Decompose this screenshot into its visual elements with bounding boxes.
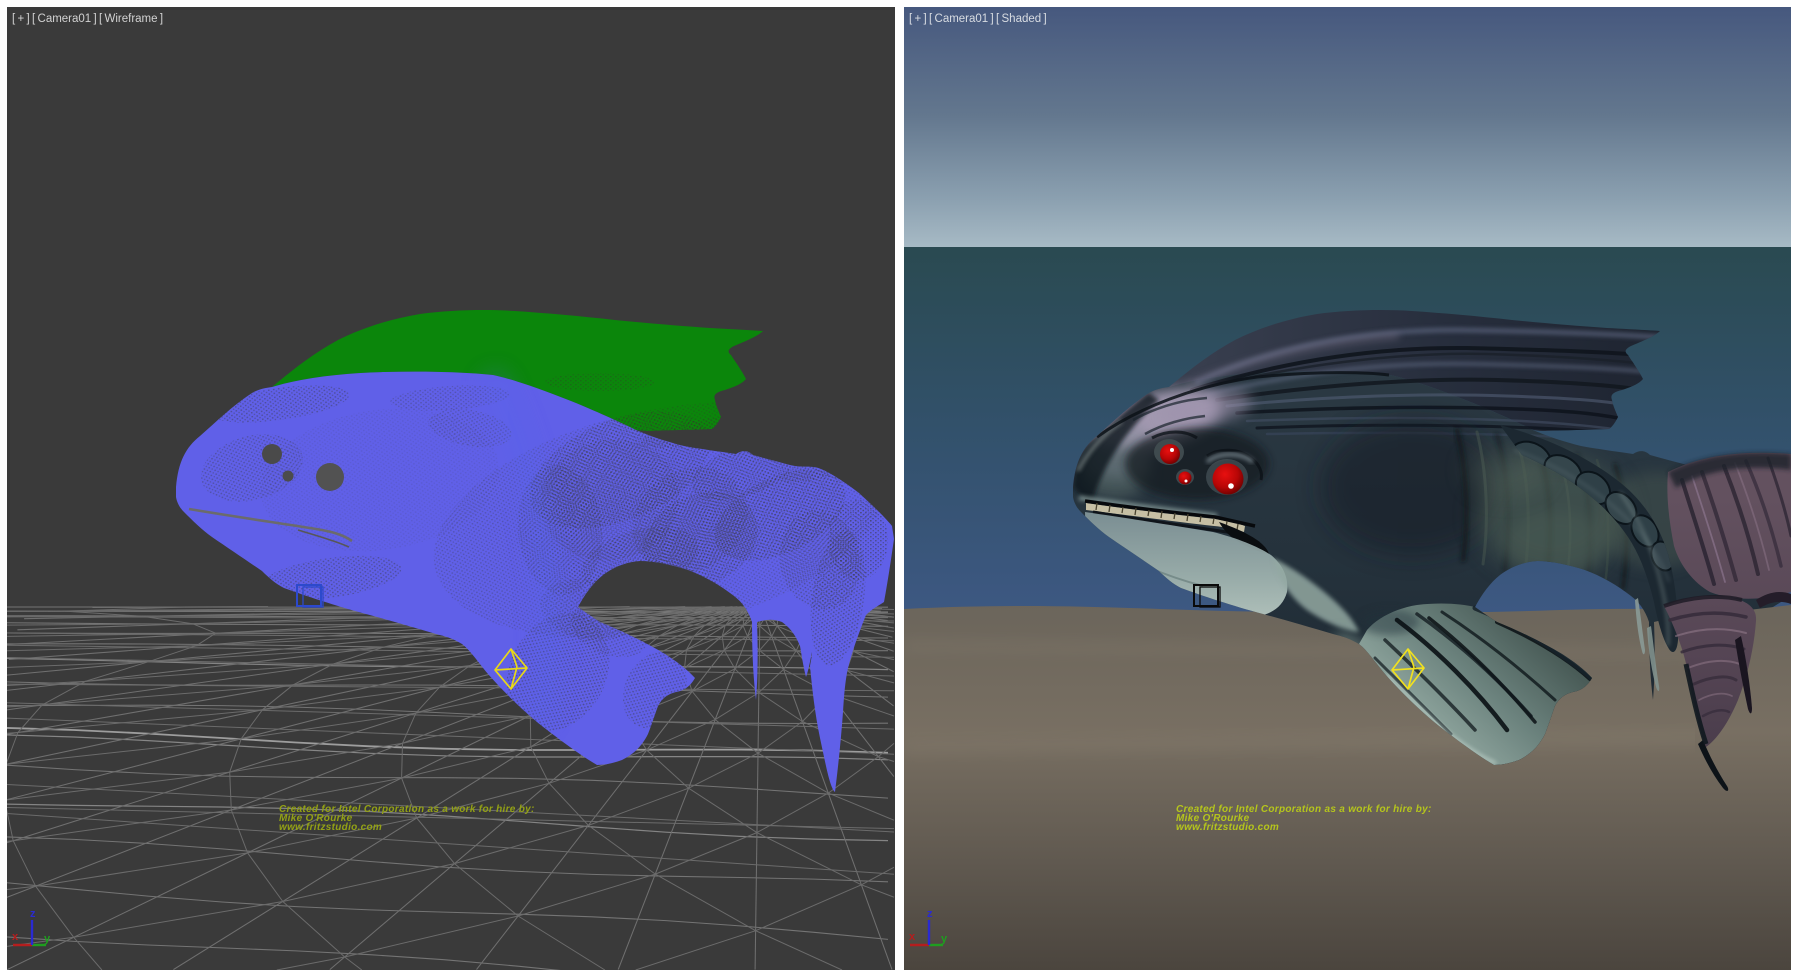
svg-text:[ + ] [ Camera01 ] [ Shaded ]: [ + ] [ Camera01 ] [ Shaded ] <box>909 13 1047 25</box>
svg-text:z: z <box>927 908 933 920</box>
svg-text:x: x <box>909 931 916 943</box>
svg-text:y: y <box>941 933 948 945</box>
svg-text:[ + ] [ Camera01 ] [ Wireframe: [ + ] [ Camera01 ] [ Wireframe ] <box>12 13 163 25</box>
svg-text:x: x <box>12 931 19 943</box>
svg-text:www.fritzstudio.com: www.fritzstudio.com <box>279 822 382 833</box>
svg-text:y: y <box>44 933 51 945</box>
svg-text:www.fritzstudio.com: www.fritzstudio.com <box>1176 822 1279 833</box>
svg-text:z: z <box>30 908 36 920</box>
